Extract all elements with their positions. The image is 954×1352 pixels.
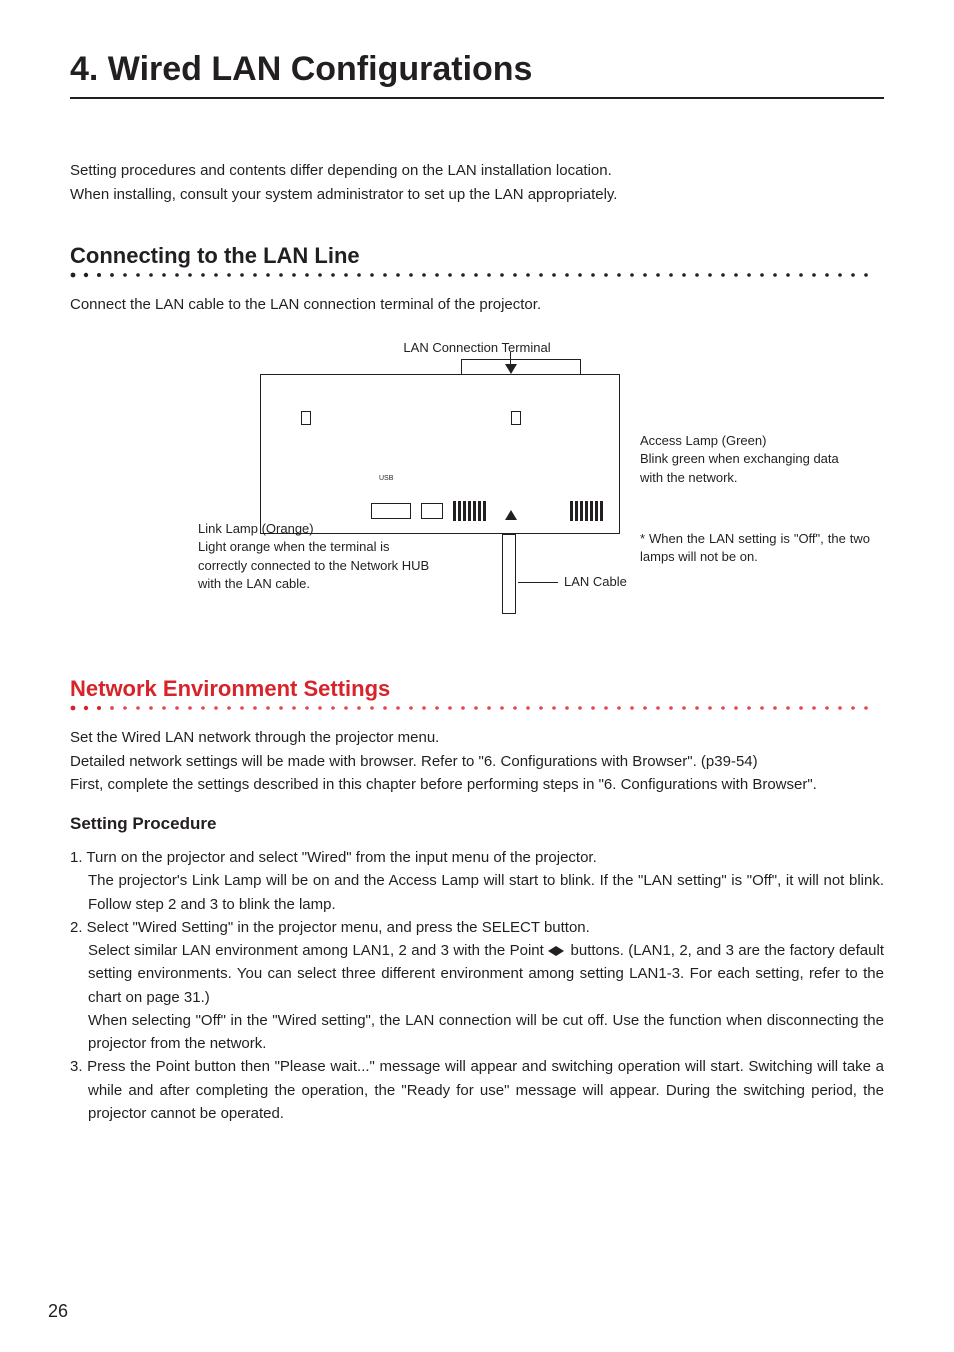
access-lamp-title: Access Lamp (Green): [640, 432, 860, 450]
step-1: 1. Turn on the projector and select "Wir…: [70, 846, 884, 869]
dotted-rule: [70, 271, 884, 281]
usb-label: USB: [379, 475, 393, 482]
section1-body: Connect the LAN cable to the LAN connect…: [70, 293, 884, 316]
dotted-rule-red: [70, 704, 884, 714]
projector-back-panel: USB: [260, 374, 620, 534]
intro-block: Setting procedures and contents differ d…: [70, 159, 884, 207]
step-2-cont2: When selecting "Off" in the "Wired setti…: [70, 1009, 884, 1056]
triangle-left-icon: [548, 946, 556, 956]
section-network-env-title: Network Environment Settings: [70, 676, 884, 702]
lan-cable-plug: [502, 534, 516, 614]
diagram-caption: LAN Connection Terminal: [403, 340, 550, 355]
arrow-down-icon: [505, 364, 517, 374]
access-lamp-callout: Access Lamp (Green) Blink green when exc…: [640, 432, 860, 487]
arrow-up-icon: [505, 510, 517, 520]
setting-procedure-heading: Setting Procedure: [70, 814, 884, 834]
link-lamp-title: Link Lamp (Orange): [198, 520, 438, 538]
intro-line-1: Setting procedures and contents differ d…: [70, 159, 884, 183]
intro-line-2: When installing, consult your system adm…: [70, 183, 884, 207]
section-connecting-title: Connecting to the LAN Line: [70, 243, 884, 269]
connection-diagram: LAN Connection Terminal USB LAN Cable Li…: [70, 340, 884, 640]
page-number: 26: [48, 1301, 68, 1322]
section2-p2: Detailed network settings will be made w…: [70, 750, 884, 773]
chapter-title: 4. Wired LAN Configurations: [70, 50, 884, 99]
link-lamp-callout: Link Lamp (Orange) Light orange when the…: [198, 520, 438, 593]
section2-p1: Set the Wired LAN network through the pr…: [70, 726, 884, 749]
step-2: 2. Select "Wired Setting" in the project…: [70, 916, 884, 939]
triangle-right-icon: [556, 946, 564, 956]
procedure-steps: 1. Turn on the projector and select "Wir…: [70, 846, 884, 1125]
step-2-cont1: Select similar LAN environment among LAN…: [70, 939, 884, 1009]
step-3: 3. Press the Point button then "Please w…: [70, 1055, 884, 1125]
lan-cable-label: LAN Cable: [564, 574, 627, 589]
link-lamp-body: Light orange when the terminal is correc…: [198, 538, 438, 593]
step-2b-pre: Select similar LAN environment among LAN…: [88, 942, 548, 959]
section2-p3: First, complete the settings described i…: [70, 773, 884, 796]
lamp-off-note: * When the LAN setting is "Off", the two…: [640, 530, 870, 566]
step-1-cont: The projector's Link Lamp will be on and…: [70, 869, 884, 916]
access-lamp-body: Blink green when exchanging data with th…: [640, 450, 860, 486]
